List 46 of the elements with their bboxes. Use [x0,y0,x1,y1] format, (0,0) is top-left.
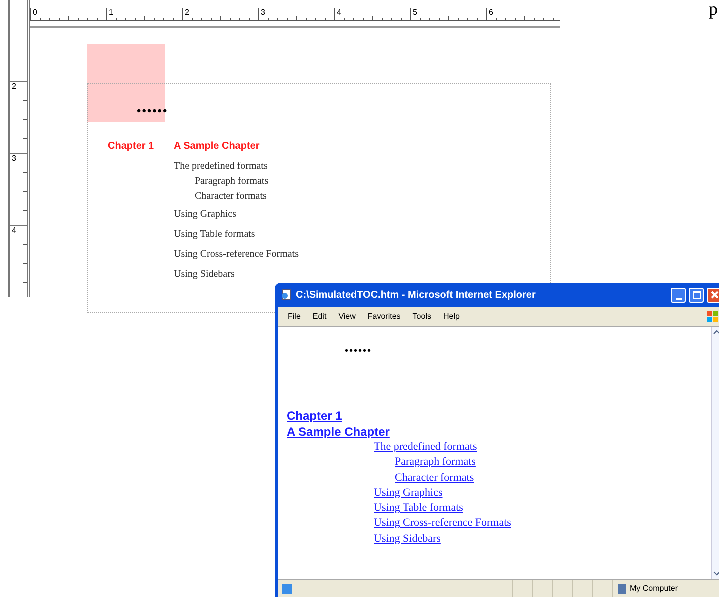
maximize-button[interactable] [689,288,704,302]
ruler-number: 3 [260,8,266,17]
chapter-link[interactable]: A Sample Chapter [287,424,390,440]
chapter-number: Chapter 1 [108,140,156,154]
close-icon [710,291,718,299]
windows-logo-icon [706,310,719,324]
toc-entry: The predefined formats [174,160,268,173]
zone-label: My Computer [630,582,678,594]
ruler-number: 4 [11,226,18,236]
toc-link[interactable]: Using Table formats [374,501,464,516]
toc-entry: Using Sidebars [174,268,235,281]
bullets: •••••• [137,103,168,120]
close-button[interactable] [707,288,719,302]
toc-link[interactable]: Paragraph formats [395,455,476,471]
menu-item[interactable]: Favorites [368,310,401,322]
toc-link[interactable]: Character formats [395,470,474,486]
menu-item[interactable]: Edit [312,310,327,322]
toc-link[interactable]: The predefined formats [374,440,478,456]
ruler-number: 2 [11,82,18,92]
toc-entry: Using Graphics [174,208,236,221]
toc-entry: Paragraph formats [195,175,269,188]
computer-icon [617,582,627,594]
menu-item[interactable]: View [338,310,356,322]
stray-text: p [709,0,718,21]
toc-link[interactable]: Using Graphics [374,486,443,502]
ruler-number: 2 [184,8,190,17]
menu-item[interactable]: File [288,310,301,322]
toc-entry: Character formats [195,190,267,203]
ruler-number: 0 [32,8,38,17]
toc-link[interactable]: Using Sidebars [374,532,441,548]
chapter-link[interactable]: Chapter 1 [287,408,342,424]
toc-entry: Using Table formats [174,228,256,241]
ruler-number: 4 [336,8,342,17]
chapter-title: A Sample Chapter [174,140,260,153]
toc-link[interactable]: Using Cross-reference Formats [374,516,512,532]
scrollbar[interactable] [711,327,719,579]
ruler-number: 5 [412,8,418,17]
ruler-number: 3 [11,154,18,164]
menu-item[interactable]: Help [443,310,460,322]
menu-item[interactable]: Tools [412,310,432,322]
minimize-button[interactable] [671,288,686,302]
window-title: C:\SimulatedTOC.htm - Microsoft Internet Explorer [296,288,537,302]
ruler-number: 1 [108,8,114,17]
bullets: •••••• [345,345,372,359]
toc-entry: Using Cross-reference Formats [174,248,299,261]
ruler-number: 6 [488,8,494,17]
